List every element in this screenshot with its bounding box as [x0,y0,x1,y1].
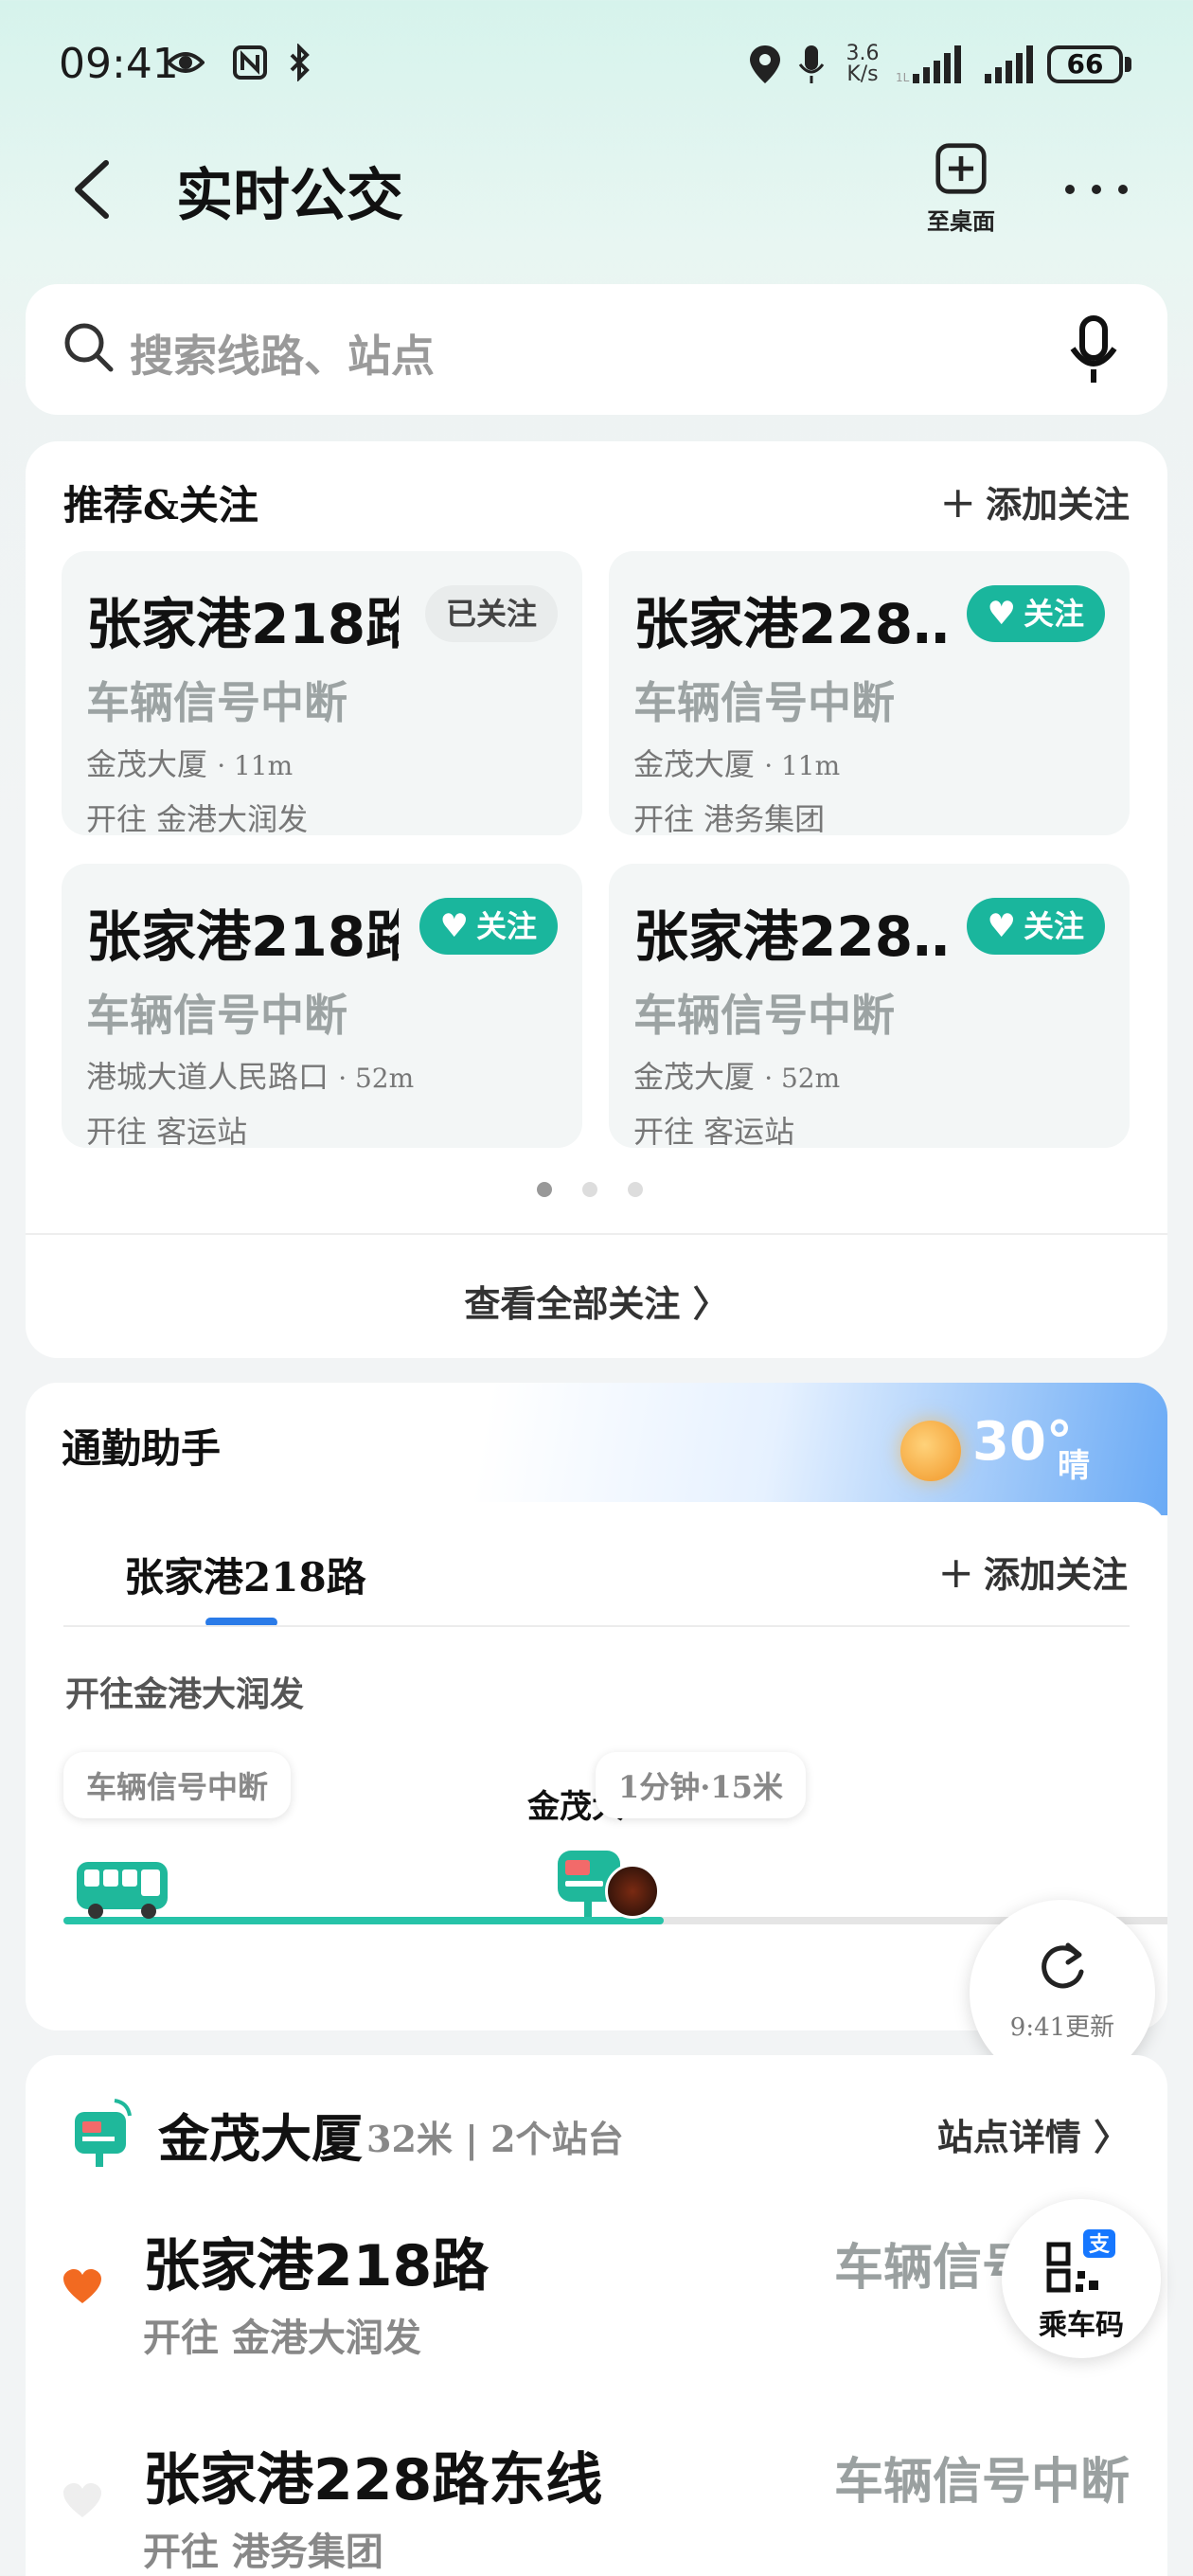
eta-bubble: 1分钟·15米 [596,1752,806,1818]
route-name: 张家港228… [633,592,946,656]
line-name: 张家港228路东线 [143,2447,603,2513]
refresh-time: 9:41更新 [1009,2013,1115,2042]
network-speed: 3.6 K/s [846,42,880,86]
route-tile[interactable]: 张家港218路 已关注 车辆信号中断 金茂大厦 · 11m 开往 金港大润发 [62,551,582,837]
back-button[interactable] [59,152,125,227]
tab-route[interactable]: 张家港218路 [124,1546,366,1603]
bus-stop-icon [75,2099,132,2167]
station-detail-link[interactable]: 站点详情 〉 [937,2108,1130,2160]
recommend-title: 推荐&关注 [63,482,258,528]
route-status: 车辆信号中断 [633,990,895,1041]
commute-header: 通勤助手 30° 晴 [26,1383,1167,1515]
page-dot [582,1182,597,1197]
route-name: 张家港228… [633,904,946,969]
commute-add-follow-button[interactable]: + 添加关注 [937,1546,1128,1598]
line-name: 张家港218路 [143,2233,490,2299]
route-stop: 金茂大厦 · 11m [633,746,841,782]
follow-button[interactable]: ♥ 关注 [966,898,1105,955]
signal-sim2-icon [985,45,1033,83]
route-direction: 开往 金港大润发 [86,801,309,837]
route-direction: 开往 港务集团 [633,801,826,837]
ride-code-label: 乘车码 [1039,2309,1124,2342]
route-stop: 金茂大厦 · 52m [633,1059,841,1095]
nfc-icon [233,45,267,80]
page-title: 实时公交 [176,163,403,229]
heart-icon: ♥ [987,907,1016,945]
bus-icon [77,1862,168,1919]
route-direction: 开往 客运站 [633,1114,795,1150]
divider [26,1233,1167,1235]
plus-icon: + [937,1547,974,1598]
recommend-card: 推荐&关注 + 添加关注 张家港218路 已关注 车辆信号中断 金茂大厦 · 11… [26,441,1167,1358]
status-time: 09:41 [59,40,179,88]
heart-filled-icon[interactable] [62,2267,103,2309]
station-name: 金茂大厦 [158,2108,363,2169]
search-placeholder: 搜索线路、站点 [130,331,435,382]
route-tile[interactable]: 张家港228… ♥ 关注 车辆信号中断 金茂大厦 · 52m 开往 客运站 [609,864,1130,1150]
location-icon [750,45,780,83]
add-square-icon [935,143,987,194]
heart-icon: ♥ [987,595,1016,633]
battery-tip [1125,57,1131,72]
divider [63,1625,1130,1627]
page-dot-active [537,1182,552,1197]
page-indicator [537,1182,650,1201]
refresh-icon [1042,1942,1084,1989]
user-avatar [605,1864,660,1919]
ride-code-button[interactable]: 支 乘车码 [1002,2199,1161,2358]
route-name: 张家港218路 [86,904,399,969]
route-name: 张家港218路 [86,592,399,656]
route-direction: 开往 客运站 [86,1114,248,1150]
search-icon [64,323,114,372]
qr-code-icon: 支 [1046,2229,1115,2293]
signal-sim1-icon: 1L [896,45,961,84]
svg-text:1L: 1L [896,71,910,84]
sun-icon [900,1421,961,1481]
line-row[interactable]: 张家港218路 开往 金港大润发 车辆信号中断 [26,2220,1167,2428]
heart-outline-icon[interactable] [62,2481,103,2523]
eye-icon [167,52,205,73]
heart-icon: ♥ [439,907,469,945]
plus-icon: + [939,476,976,528]
svg-text:支: 支 [1089,2233,1111,2257]
more-options-button[interactable] [1059,170,1134,208]
microphone-status-icon [798,45,825,83]
add-follow-button[interactable]: + 添加关注 [939,475,1130,528]
route-direction: 开往金港大润发 [65,1674,305,1714]
add-to-desktop-button[interactable]: 至桌面 [918,142,1004,246]
route-status: 车辆信号中断 [86,677,347,728]
voice-search-button[interactable] [1065,313,1122,388]
route-tile[interactable]: 张家港228… ♥ 关注 车辆信号中断 金茂大厦 · 11m 开往 港务集团 [609,551,1130,837]
station-meta: 32米 | 2个站台 [366,2118,624,2160]
page-dot [628,1182,643,1197]
weather-condition: 晴 [1058,1447,1090,1485]
view-all-follows-link[interactable]: 查看全部关注 〉 [26,1275,1167,1327]
follow-button[interactable]: ♥ 关注 [966,585,1105,642]
commute-title: 通勤助手 [62,1425,222,1472]
line-direction: 开往 港务集团 [143,2530,383,2574]
follow-button[interactable]: ♥ 关注 [418,898,558,955]
line-row[interactable]: 张家港228路东线 开往 港务集团 车辆信号中断 [26,2434,1167,2576]
route-status: 车辆信号中断 [86,990,347,1041]
search-bar[interactable]: 搜索线路、站点 [26,284,1167,415]
line-status: 车辆信号中断 [833,2453,1130,2511]
line-direction: 开往 金港大润发 [143,2316,421,2360]
status-bar: 09:41 3.6 K/s 1L 66 [0,0,1193,133]
route-stop: 港城大道人民路口 · 52m [86,1059,415,1095]
add-to-desktop-label: 至桌面 [927,208,995,235]
bluetooth-icon [290,44,310,81]
battery-icon: 66 [1047,45,1123,83]
route-stop: 金茂大厦 · 11m [86,746,294,782]
route-tile[interactable]: 张家港218路 ♥ 关注 车辆信号中断 港城大道人民路口 · 52m 开往 客运站 [62,864,582,1150]
vehicle-status-bubble: 车辆信号中断 [63,1752,292,1818]
route-status: 车辆信号中断 [633,677,895,728]
followed-badge[interactable]: 已关注 [424,585,558,642]
nearby-station-card: 金茂大厦 32米 | 2个站台 站点详情 〉 张家港218路 开往 金港大润发 … [26,2055,1167,2576]
